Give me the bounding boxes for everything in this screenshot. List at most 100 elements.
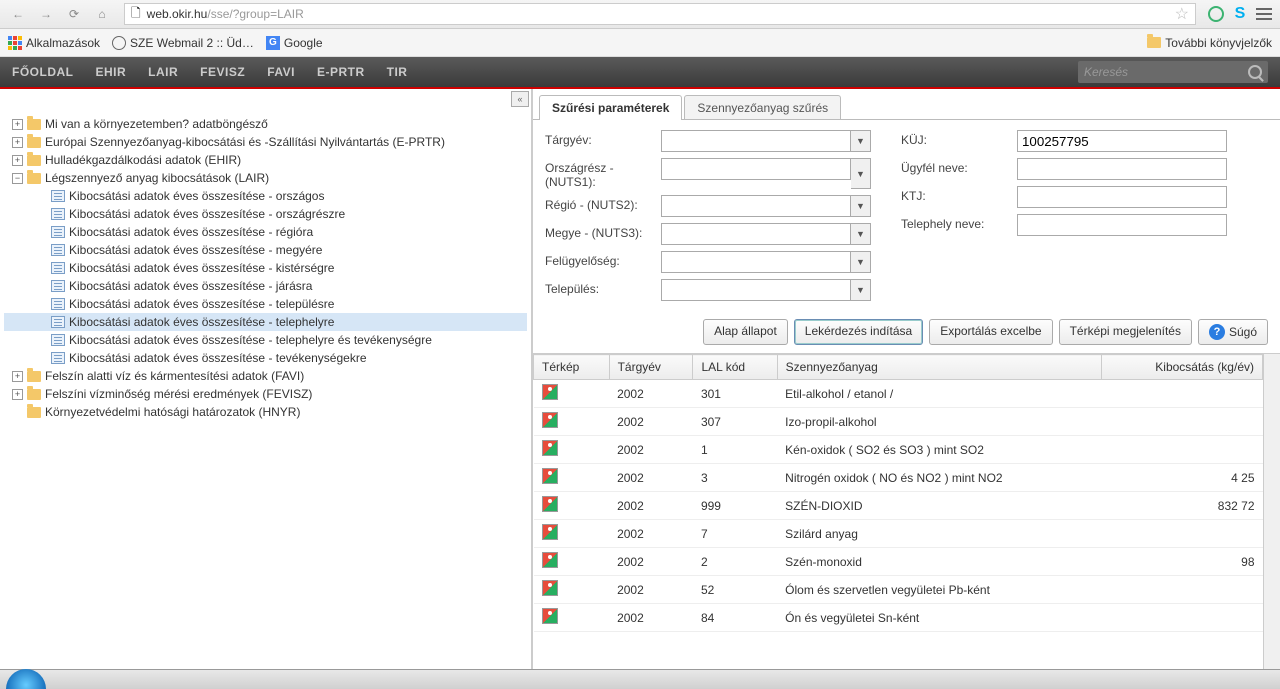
apps-bookmark[interactable]: Alkalmazások <box>8 36 100 50</box>
map-pin-icon[interactable] <box>542 440 558 456</box>
export-button[interactable]: Exportálás excelbe <box>929 319 1052 345</box>
app-nav: FŐOLDAL EHIR LAIR FEVISZ FAVI E-PRTR TIR… <box>0 57 1280 89</box>
tree-leaf[interactable]: Kibocsátási adatok éves összesítése - te… <box>4 349 527 367</box>
collapse-icon[interactable]: − <box>12 173 23 184</box>
tree-leaf[interactable]: Kibocsátási adatok éves összesítése - ki… <box>4 259 527 277</box>
reload-button[interactable]: ⟳ <box>62 2 86 26</box>
col-pollutant[interactable]: Szennyezőanyag <box>777 355 1101 380</box>
table-row[interactable]: 2002999SZÉN-DIOXID832 72 <box>534 492 1263 520</box>
tree-item[interactable]: +Mi van a környezetemben? adatböngésző <box>4 115 527 133</box>
page-icon: 🗋 <box>131 4 141 25</box>
tree-item[interactable]: +Hulladékgazdálkodási adatok (EHIR) <box>4 151 527 169</box>
tab-filter-params[interactable]: Szűrési paraméterek <box>539 95 682 120</box>
dropdown-icon[interactable]: ▼ <box>851 251 871 273</box>
cell-value: 832 72 <box>1102 492 1263 520</box>
col-map[interactable]: Térkép <box>534 355 610 380</box>
tab-pollutant-filter[interactable]: Szennyezőanyag szűrés <box>684 95 841 120</box>
skype-icon[interactable]: S <box>1230 4 1250 24</box>
map-pin-icon[interactable] <box>542 608 558 624</box>
tree-leaf[interactable]: Kibocsátási adatok éves összesítése - te… <box>4 295 527 313</box>
tree-leaf[interactable]: Kibocsátási adatok éves összesítése - te… <box>4 331 527 349</box>
col-lal[interactable]: LAL kód <box>693 355 777 380</box>
table-row[interactable]: 20022Szén-monoxid98 <box>534 548 1263 576</box>
input-nuts1[interactable] <box>661 158 851 180</box>
map-pin-icon[interactable] <box>542 384 558 400</box>
apps-icon <box>8 36 22 50</box>
map-pin-icon[interactable] <box>542 468 558 484</box>
url-bar[interactable]: 🗋 web.okir.hu/sse/?group=LAIR ☆ <box>124 3 1196 25</box>
more-bookmarks[interactable]: További könyvjelzők <box>1147 36 1272 50</box>
cell-year: 2002 <box>609 380 693 408</box>
tree-leaf[interactable]: Kibocsátási adatok éves összesítése - me… <box>4 241 527 259</box>
cell-code: 1 <box>693 436 777 464</box>
input-felugyeloseg[interactable] <box>661 251 851 273</box>
nav-tir[interactable]: TIR <box>387 65 408 79</box>
tree-item[interactable]: +Felszín alatti víz és kármentesítési ad… <box>4 367 527 385</box>
input-nuts3[interactable] <box>661 223 851 245</box>
home-button[interactable]: ⌂ <box>90 2 114 26</box>
tree-item[interactable]: +Európai Szennyezőanyag-kibocsátási és -… <box>4 133 527 151</box>
tree-item[interactable]: Környezetvédelmi hatósági határozatok (H… <box>4 403 527 421</box>
google-bookmark[interactable]: G Google <box>266 36 323 50</box>
table-row[interactable]: 2002307Izo-propil-alkohol <box>534 408 1263 436</box>
vertical-scrollbar[interactable] <box>1263 354 1280 669</box>
map-pin-icon[interactable] <box>542 524 558 540</box>
reset-button[interactable]: Alap állapot <box>703 319 788 345</box>
start-button[interactable] <box>6 669 46 689</box>
col-emission[interactable]: Kibocsátás (kg/év) <box>1102 355 1263 380</box>
map-pin-icon[interactable] <box>542 496 558 512</box>
input-ktj[interactable] <box>1017 186 1227 208</box>
expand-icon[interactable]: + <box>12 389 23 400</box>
table-row[interactable]: 20027Szilárd anyag <box>534 520 1263 548</box>
table-row[interactable]: 200284Ón és vegyületei Sn-ként <box>534 604 1263 632</box>
input-telepules[interactable] <box>661 279 851 301</box>
table-row[interactable]: 20021Kén-oxidok ( SO2 és SO3 ) mint SO2 <box>534 436 1263 464</box>
map-pin-icon[interactable] <box>542 412 558 428</box>
tree-leaf[interactable]: Kibocsátási adatok éves összesítése - or… <box>4 187 527 205</box>
dropdown-icon[interactable]: ▼ <box>851 158 871 189</box>
nav-eprtr[interactable]: E-PRTR <box>317 65 365 79</box>
table-row[interactable]: 200252Ólom és szervetlen vegyületei Pb-k… <box>534 576 1263 604</box>
input-telephely[interactable] <box>1017 214 1227 236</box>
nav-favi[interactable]: FAVI <box>267 65 295 79</box>
map-pin-icon[interactable] <box>542 552 558 568</box>
bookmark-star-icon[interactable]: ☆ <box>1175 4 1189 24</box>
nav-ehir[interactable]: EHIR <box>96 65 127 79</box>
help-button[interactable]: ? Súgó <box>1198 319 1268 345</box>
search-input[interactable]: Keresés <box>1078 61 1268 83</box>
dropdown-icon[interactable]: ▼ <box>851 223 871 245</box>
expand-icon[interactable]: + <box>12 119 23 130</box>
back-button[interactable]: ← <box>6 2 30 26</box>
expand-icon[interactable]: + <box>12 371 23 382</box>
tree-leaf[interactable]: Kibocsátási adatok éves összesítése - já… <box>4 277 527 295</box>
input-ugyfel[interactable] <box>1017 158 1227 180</box>
menu-icon[interactable] <box>1254 4 1274 24</box>
table-row[interactable]: 2002301Etil-alkohol / etanol / <box>534 380 1263 408</box>
map-button[interactable]: Térképi megjelenítés <box>1059 319 1192 345</box>
extension-circle-icon[interactable] <box>1206 4 1226 24</box>
tree-leaf[interactable]: Kibocsátási adatok éves összesítése - or… <box>4 205 527 223</box>
expand-icon[interactable]: + <box>12 137 23 148</box>
nav-fevisz[interactable]: FEVISZ <box>200 65 245 79</box>
input-targyev[interactable] <box>661 130 851 152</box>
tree-item[interactable]: +Felszíni vízminőség mérési eredmények (… <box>4 385 527 403</box>
input-nuts2[interactable] <box>661 195 851 217</box>
dropdown-icon[interactable]: ▼ <box>851 279 871 301</box>
nav-fooldal[interactable]: FŐOLDAL <box>12 65 74 79</box>
col-year[interactable]: Tárgyév <box>609 355 693 380</box>
forward-button[interactable]: → <box>34 2 58 26</box>
nav-lair[interactable]: LAIR <box>148 65 178 79</box>
tree-item[interactable]: −Légszennyező anyag kibocsátások (LAIR) <box>4 169 527 187</box>
map-pin-icon[interactable] <box>542 580 558 596</box>
tree-leaf-selected[interactable]: Kibocsátási adatok éves összesítése - te… <box>4 313 527 331</box>
webmail-bookmark[interactable]: SZE Webmail 2 :: Üd… <box>112 36 254 50</box>
query-button[interactable]: Lekérdezés indítása <box>794 319 923 345</box>
nav-tree: +Mi van a környezetemben? adatböngésző +… <box>4 115 527 421</box>
table-row[interactable]: 20023Nitrogén oxidok ( NO és NO2 ) mint … <box>534 464 1263 492</box>
tree-leaf[interactable]: Kibocsátási adatok éves összesítése - ré… <box>4 223 527 241</box>
expand-icon[interactable]: + <box>12 155 23 166</box>
collapse-sidebar-button[interactable]: « <box>511 91 529 107</box>
dropdown-icon[interactable]: ▼ <box>851 195 871 217</box>
input-kuj[interactable] <box>1017 130 1227 152</box>
dropdown-icon[interactable]: ▼ <box>851 130 871 152</box>
